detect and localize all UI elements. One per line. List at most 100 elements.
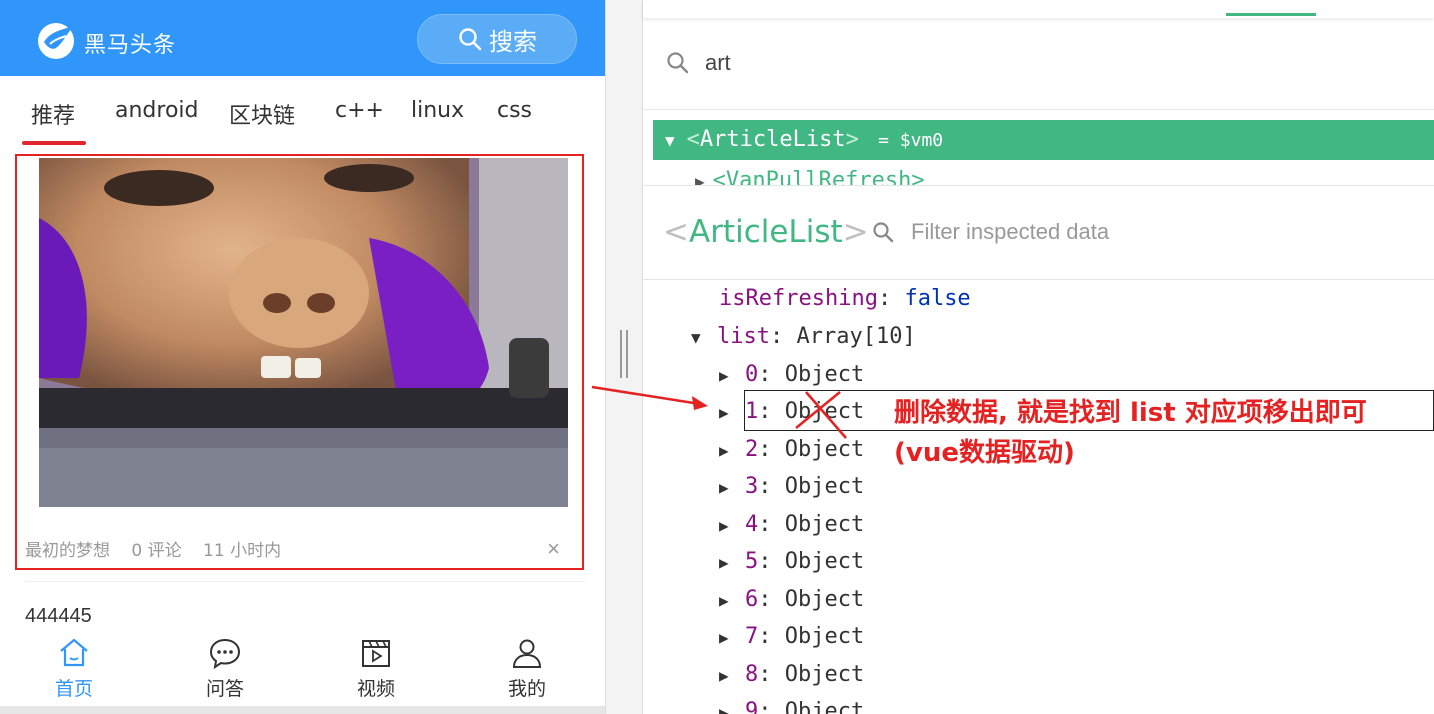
- tree-item-vanpullrefresh[interactable]: ▶ <VanPullRefresh>: [695, 168, 925, 186]
- data-row-list-item[interactable]: ▶ 9: Object: [719, 699, 864, 714]
- chevron-down-icon: ▼: [665, 131, 675, 150]
- article-author: 最初的梦想: [25, 541, 110, 561]
- data-row-list-item[interactable]: ▶ 6: Object: [719, 587, 864, 612]
- data-key: list: [717, 324, 770, 349]
- divider: [25, 581, 585, 582]
- component-search[interactable]: art: [643, 30, 1434, 110]
- data-value: Object: [784, 362, 865, 387]
- tabbar-label-home: 首页: [54, 678, 93, 700]
- tree-bracket: <: [686, 127, 700, 152]
- search-icon: [459, 28, 482, 51]
- data-value: Object: [784, 437, 865, 462]
- bottom-tabbar: 首页 问答 视频 我的: [0, 632, 605, 706]
- app-title: 黑马头条: [84, 33, 177, 58]
- vue-devtools: art ▼ <ArticleList> = $vm0 ▶ <VanPullRefre…: [643, 0, 1434, 714]
- data-key: 2: [745, 437, 759, 462]
- data-key: 8: [745, 662, 759, 687]
- data-key: 4: [745, 512, 759, 537]
- data-value: false: [904, 286, 971, 311]
- data-value: Object: [784, 474, 865, 499]
- data-key: 9: [745, 699, 759, 714]
- article-time: 11 小时内: [203, 541, 282, 561]
- tab-android[interactable]: android: [115, 98, 199, 123]
- next-article-title[interactable]: 444445: [25, 605, 92, 628]
- data-row-list-item[interactable]: ▶ 8: Object: [719, 662, 864, 687]
- search-icon: [873, 222, 894, 243]
- data-row-list-item[interactable]: ▶ 0: Object: [719, 362, 864, 387]
- tab-cpp[interactable]: c++: [335, 98, 384, 123]
- data-value: Object: [784, 662, 865, 687]
- data-row-list-item[interactable]: ▶ 4: Object: [719, 512, 864, 537]
- tab-linux[interactable]: linux: [411, 98, 464, 123]
- horizontal-scrollbar[interactable]: [0, 706, 605, 714]
- pane-splitter[interactable]: [605, 0, 643, 714]
- chevron-right-icon: ▶: [719, 703, 729, 714]
- data-key: 5: [745, 549, 759, 574]
- data-row-list-item[interactable]: ▶ 7: Object: [719, 624, 864, 649]
- tabbar-item-home[interactable]: 首页: [34, 636, 114, 701]
- chevron-down-icon: ▼: [691, 328, 701, 347]
- tabbar-item-qa[interactable]: 问答: [185, 636, 265, 701]
- data-key: 0: [745, 362, 759, 387]
- splitter-grip: [620, 330, 622, 378]
- tree-bracket: >: [845, 127, 859, 152]
- tree-item-name: ArticleList: [699, 127, 846, 152]
- chevron-right-icon: ▶: [719, 628, 729, 647]
- chevron-right-icon: ▶: [719, 366, 729, 385]
- data-row-list-item[interactable]: ▶ 3: Object: [719, 474, 864, 499]
- chevron-right-icon: ▶: [719, 403, 729, 422]
- tabbar-item-me[interactable]: 我的: [487, 636, 567, 701]
- tab-blockchain[interactable]: 区块链: [229, 98, 295, 130]
- data-row-list[interactable]: ▼ list: Array[10]: [691, 324, 916, 349]
- data-value: Object: [784, 624, 865, 649]
- chat-bubble-icon: [209, 638, 241, 670]
- filter-inspected-data-input[interactable]: Filter inspected data: [911, 219, 1109, 245]
- inspected-component-name: <ArticleList>: [663, 214, 869, 250]
- tabbar-label-qa: 问答: [205, 678, 244, 700]
- data-row-list-item[interactable]: ▶ 2: Object: [719, 437, 864, 462]
- chevron-right-icon: ▶: [719, 553, 729, 572]
- article-card[interactable]: 最初的梦想 0 评论 11 小时内 ×: [15, 154, 584, 570]
- close-icon[interactable]: ×: [547, 536, 560, 562]
- tab-css[interactable]: css: [497, 98, 532, 123]
- tree-item-vm-ref: = $vm0: [878, 130, 944, 151]
- tabbar-label-video: 视频: [356, 678, 395, 700]
- tree-item-name: <VanPullRefresh>: [712, 168, 925, 186]
- data-value: Array[10]: [796, 324, 916, 349]
- search-button[interactable]: 搜索: [417, 14, 577, 64]
- app-header: 黑马头条 搜索: [0, 0, 605, 76]
- chevron-right-icon: ▶: [695, 172, 705, 186]
- home-icon: [60, 638, 88, 667]
- inspected-data: isRefreshing: false ▼ list: Array[10] ▶ 0:…: [643, 280, 1434, 714]
- chevron-right-icon: ▶: [719, 591, 729, 610]
- logo-icon: [38, 23, 74, 59]
- data-key: isRefreshing: [719, 286, 878, 311]
- data-value: Object: [784, 512, 865, 537]
- annotation-note: (vue数据驱动): [894, 438, 1075, 468]
- data-value: Object: [784, 587, 865, 612]
- chevron-right-icon: ▶: [719, 516, 729, 535]
- chevron-right-icon: ▶: [719, 478, 729, 497]
- channel-tabs: 推荐 android 区块链 c++ linux css: [0, 76, 605, 148]
- tree-item-articlelist[interactable]: ▼ <ArticleList> = $vm0: [653, 120, 1434, 160]
- article-comments: 0 评论: [131, 541, 182, 561]
- tabbar-item-video[interactable]: 视频: [336, 636, 416, 701]
- user-icon: [512, 639, 542, 668]
- data-key: 7: [745, 624, 759, 649]
- component-tree: ▼ <ArticleList> = $vm0 ▶ <VanPullRefresh>: [643, 110, 1434, 186]
- data-row-isrefreshing: isRefreshing: false: [719, 286, 971, 311]
- search-icon: [667, 52, 689, 74]
- active-tab-indicator: [1226, 13, 1316, 16]
- splitter-grip: [626, 330, 628, 378]
- mobile-app: 黑马头条 搜索 推荐 android 区块链 c++ linux css 最初的…: [0, 0, 605, 706]
- data-row-list-item[interactable]: ▶ 5: Object: [719, 549, 864, 574]
- data-key: 3: [745, 474, 759, 499]
- video-icon: [362, 640, 390, 667]
- article-meta: 最初的梦想 0 评论 11 小时内: [25, 536, 297, 561]
- search-button-label: 搜索: [489, 27, 537, 56]
- data-key: 6: [745, 587, 759, 612]
- component-search-input[interactable]: art: [705, 50, 731, 76]
- data-value: Object: [784, 549, 865, 574]
- data-value: Object: [784, 699, 865, 714]
- tab-recommend[interactable]: 推荐: [31, 98, 75, 130]
